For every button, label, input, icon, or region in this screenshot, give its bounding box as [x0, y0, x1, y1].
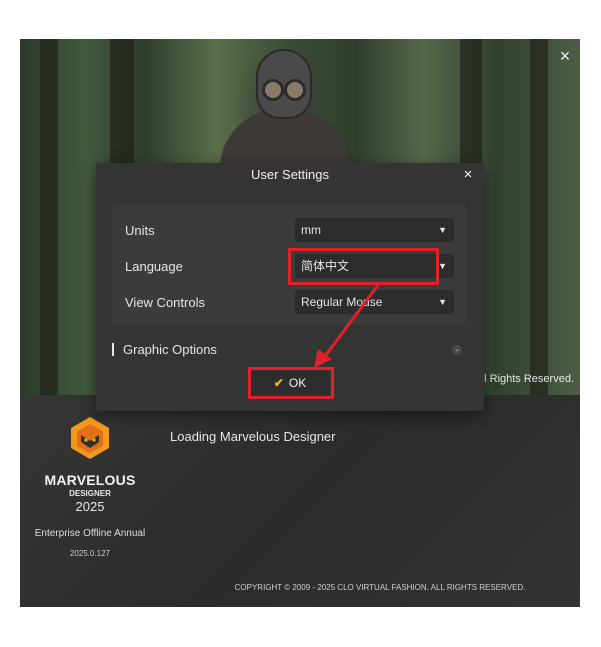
splash-close-icon[interactable]: × — [556, 47, 574, 65]
ok-label: OK — [288, 376, 307, 390]
edition-text: Enterprise Offline Annual — [34, 528, 146, 539]
build-version: 2025.0.127 — [69, 549, 111, 558]
settings-panel: Units mm ▼ Language 简体中文 ▼ View Controls… — [112, 205, 466, 325]
user-settings-dialog: User Settings × Units mm ▼ Language 简体中文… — [96, 163, 484, 411]
brand-subtitle: DESIGNER — [69, 489, 111, 498]
marvelous-logo-icon — [71, 417, 109, 459]
language-value: 简体中文 — [301, 259, 350, 273]
view-controls-label: View Controls — [125, 295, 205, 310]
brand-name: MARVELOUS — [44, 472, 136, 488]
chevron-down-icon: ▼ — [438, 261, 447, 271]
section-marker — [112, 343, 114, 356]
ok-button[interactable]: ✔ OK — [250, 371, 330, 395]
artwork-figure-head — [256, 49, 312, 119]
units-select[interactable]: mm ▼ — [295, 218, 454, 242]
artwork-tree — [530, 39, 548, 395]
graphic-options-label: Graphic Options — [123, 342, 217, 357]
rights-text: All Rights Reserved. — [474, 373, 574, 385]
expand-icon[interactable]: ⌄ — [452, 345, 462, 355]
graphic-options-section[interactable]: Graphic Options ⌄ — [112, 341, 466, 359]
close-icon[interactable]: × — [460, 166, 476, 184]
copyright-text: COPYRIGHT © 2009 - 2025 CLO VIRTUAL FASH… — [234, 583, 526, 592]
brand-block: MARVELOUS DESIGNER 2025 Enterprise Offli… — [20, 415, 160, 558]
units-value: mm — [301, 223, 321, 237]
check-icon: ✔ — [273, 376, 284, 390]
splash-info-area: MARVELOUS DESIGNER 2025 Enterprise Offli… — [20, 395, 580, 607]
chevron-down-icon: ▼ — [438, 225, 447, 235]
view-controls-select[interactable]: Regular Mouse ▼ — [295, 290, 454, 314]
dialog-title: User Settings — [250, 167, 330, 182]
units-label: Units — [125, 223, 155, 238]
loading-text: Loading Marvelous Designer — [170, 429, 336, 444]
language-select[interactable]: 简体中文 ▼ — [295, 254, 454, 278]
artwork-tree — [40, 39, 58, 395]
language-label: Language — [125, 259, 183, 274]
brand-year: 2025 — [75, 499, 105, 514]
view-controls-value: Regular Mouse — [301, 295, 383, 309]
chevron-down-icon: ▼ — [438, 297, 447, 307]
